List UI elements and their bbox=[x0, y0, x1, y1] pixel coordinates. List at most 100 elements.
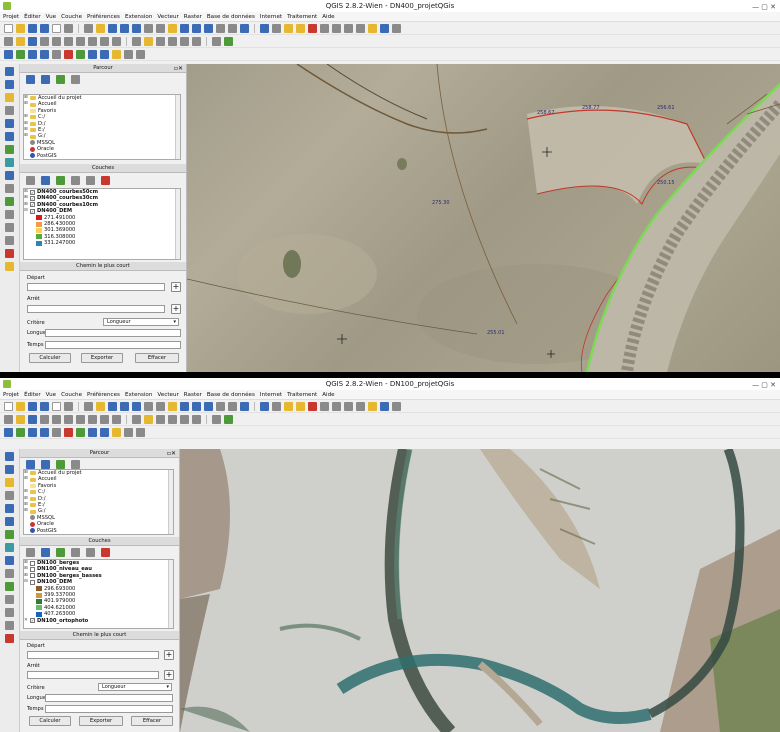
label-move-icon[interactable] bbox=[168, 36, 177, 46]
add-layer-icon[interactable] bbox=[41, 459, 50, 469]
copy-features-icon[interactable] bbox=[100, 36, 109, 46]
save-as-icon[interactable] bbox=[40, 23, 49, 33]
menu-aide[interactable]: Aide bbox=[322, 390, 334, 399]
composer-manager-icon[interactable] bbox=[64, 401, 73, 411]
paste-features-icon[interactable] bbox=[112, 414, 121, 424]
add-wfs-icon[interactable] bbox=[100, 49, 109, 59]
save-as-icon[interactable] bbox=[40, 401, 49, 411]
add-wms-layer-icon[interactable] bbox=[5, 132, 14, 141]
plugin-icon[interactable] bbox=[5, 262, 14, 271]
menu-traitement[interactable]: Traitement bbox=[287, 390, 317, 399]
add-wms-icon[interactable] bbox=[76, 427, 85, 437]
refresh-icon[interactable] bbox=[26, 459, 35, 469]
expand-all-icon[interactable] bbox=[71, 175, 80, 185]
node-tool-icon[interactable] bbox=[64, 414, 73, 424]
add-wcs-layer-icon[interactable] bbox=[5, 543, 14, 552]
label-change-icon[interactable] bbox=[192, 414, 201, 424]
current-edits-icon[interactable] bbox=[4, 414, 13, 424]
cut-features-icon[interactable] bbox=[88, 414, 97, 424]
arret-input[interactable] bbox=[27, 671, 159, 679]
add-spatialite-icon[interactable] bbox=[40, 49, 49, 59]
menu-projet[interactable]: Projet bbox=[3, 390, 19, 399]
save-project-icon[interactable] bbox=[28, 23, 37, 33]
add-db-icon[interactable] bbox=[5, 504, 14, 513]
delete-selected-icon[interactable] bbox=[76, 414, 85, 424]
digitize-icon[interactable] bbox=[5, 67, 14, 76]
critere-select[interactable]: Longueur ▾ bbox=[98, 683, 172, 691]
collapse-all-icon[interactable] bbox=[71, 459, 80, 469]
add-csv-icon[interactable] bbox=[5, 93, 14, 102]
add-mssql-icon[interactable] bbox=[52, 427, 61, 437]
add-raster-icon[interactable] bbox=[16, 49, 25, 59]
help-icon[interactable] bbox=[380, 23, 389, 33]
text-annotation-icon[interactable] bbox=[368, 23, 377, 33]
new-bookmark-icon[interactable] bbox=[216, 401, 225, 411]
add-spatialite-layer-icon[interactable] bbox=[5, 106, 14, 115]
composer-manager-icon[interactable] bbox=[64, 23, 73, 33]
new-composer-icon[interactable] bbox=[52, 23, 61, 33]
menu-vue[interactable]: Vue bbox=[46, 12, 56, 21]
add-group-icon[interactable] bbox=[41, 175, 50, 185]
depart-input[interactable] bbox=[27, 651, 159, 659]
label-icon[interactable] bbox=[132, 414, 141, 424]
calculer-button[interactable]: Calculer bbox=[29, 716, 71, 726]
scrollbar[interactable] bbox=[168, 470, 173, 534]
add-postgis-icon[interactable] bbox=[28, 427, 37, 437]
menu-projet[interactable]: Projet bbox=[3, 12, 19, 21]
add-wfs-icon[interactable] bbox=[100, 427, 109, 437]
globe-icon[interactable] bbox=[5, 145, 14, 154]
menu-raster[interactable]: Raster bbox=[184, 12, 202, 21]
layer-checkbox[interactable]: ✓ bbox=[30, 189, 35, 195]
menu-editer[interactable]: Éditer bbox=[24, 390, 41, 399]
save-project-icon[interactable] bbox=[28, 401, 37, 411]
add-oracle-icon[interactable] bbox=[64, 427, 73, 437]
measure-icon[interactable] bbox=[344, 401, 353, 411]
panel-float-close-icon[interactable]: ▫✕ bbox=[167, 449, 176, 458]
run-action-icon[interactable] bbox=[272, 23, 281, 33]
collapse-layers-icon[interactable] bbox=[86, 175, 95, 185]
scrollbar[interactable] bbox=[175, 95, 180, 159]
zoom-selection-icon[interactable] bbox=[168, 401, 177, 411]
menu-internet[interactable]: Internet bbox=[260, 390, 282, 399]
label-pin-icon[interactable] bbox=[144, 414, 153, 424]
layer-checkbox[interactable]: ✓ bbox=[30, 208, 35, 214]
globe-icon[interactable] bbox=[5, 530, 14, 539]
touch-icon[interactable] bbox=[84, 23, 93, 33]
zoom-out-icon[interactable] bbox=[132, 401, 141, 411]
label-pin-icon[interactable] bbox=[144, 36, 153, 46]
filter-icon[interactable] bbox=[56, 459, 65, 469]
depart-pick-button[interactable]: + bbox=[164, 650, 174, 660]
menu-vue[interactable]: Vue bbox=[46, 390, 56, 399]
new-project-icon[interactable] bbox=[4, 401, 13, 411]
open-project-icon[interactable] bbox=[16, 23, 25, 33]
help-icon[interactable] bbox=[380, 401, 389, 411]
whats-this-icon[interactable] bbox=[392, 23, 401, 33]
add-virtual-icon[interactable] bbox=[5, 184, 14, 193]
label-move-icon[interactable] bbox=[168, 414, 177, 424]
add-spatialite-layer-icon[interactable] bbox=[5, 491, 14, 500]
measure-icon[interactable] bbox=[344, 23, 353, 33]
select-icon[interactable] bbox=[284, 401, 293, 411]
layer-checkbox[interactable] bbox=[30, 579, 35, 585]
zoom-native-icon[interactable] bbox=[144, 401, 153, 411]
menu-editer[interactable]: Éditer bbox=[24, 12, 41, 21]
menu-extension[interactable]: Extension bbox=[125, 12, 152, 21]
raster-calc-icon[interactable] bbox=[5, 249, 14, 258]
whats-this-icon[interactable] bbox=[392, 401, 401, 411]
exporter-button[interactable]: Exporter bbox=[81, 353, 123, 363]
refresh-icon[interactable] bbox=[26, 74, 35, 84]
style-icon[interactable] bbox=[26, 547, 35, 557]
pan-to-selection-icon[interactable] bbox=[108, 401, 117, 411]
identify-icon[interactable] bbox=[260, 401, 269, 411]
collapse-all-icon[interactable] bbox=[71, 74, 80, 84]
show-bookmarks-icon[interactable] bbox=[228, 23, 237, 33]
add-csv-icon[interactable] bbox=[5, 478, 14, 487]
add-vector-tile-icon[interactable] bbox=[5, 582, 14, 591]
window-controls[interactable]: — ▢ ✕ bbox=[752, 379, 776, 391]
filter-icon[interactable] bbox=[56, 74, 65, 84]
add-raster-icon[interactable] bbox=[16, 427, 25, 437]
gps-icon[interactable] bbox=[5, 595, 14, 604]
route-icon[interactable] bbox=[5, 236, 14, 245]
pan-to-selection-icon[interactable] bbox=[108, 23, 117, 33]
zoom-native-icon[interactable] bbox=[144, 23, 153, 33]
